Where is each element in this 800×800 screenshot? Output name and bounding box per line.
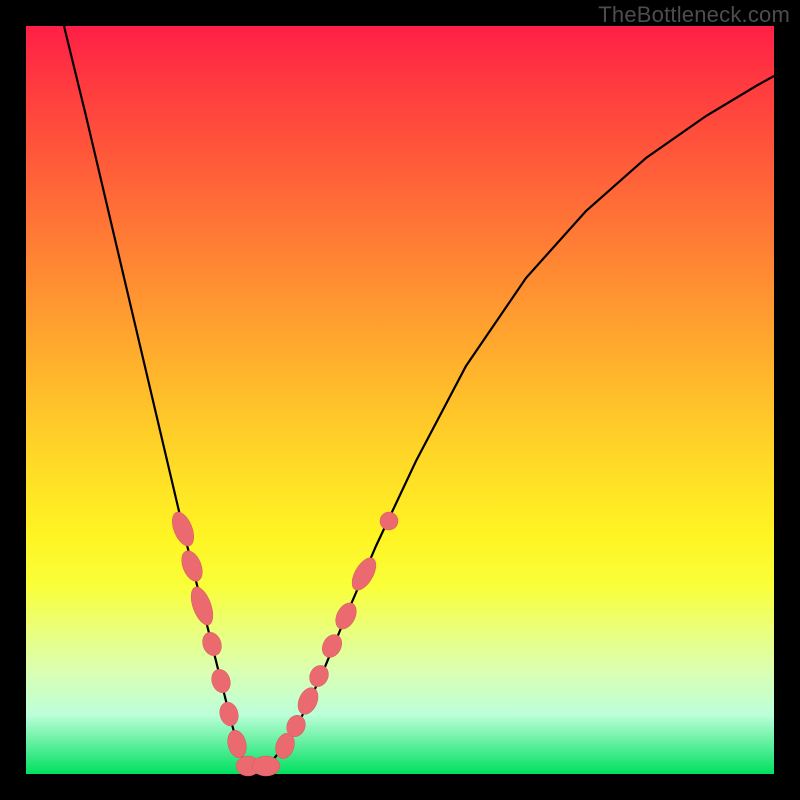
data-marker: [252, 756, 280, 776]
data-marker: [347, 554, 381, 594]
data-marker: [331, 599, 360, 632]
data-marker: [217, 700, 241, 728]
data-marker: [225, 728, 249, 760]
chart-frame: TheBottleneck.com: [0, 0, 800, 800]
data-marker: [377, 509, 402, 534]
data-marker: [178, 548, 207, 584]
bottleneck-chart-svg: [26, 26, 774, 774]
data-marker: [199, 630, 224, 659]
plot-area: [26, 26, 774, 774]
data-marker: [187, 584, 218, 628]
bottleneck-curve: [64, 26, 774, 768]
data-markers-group: [168, 509, 401, 776]
data-marker: [318, 631, 345, 661]
data-marker: [209, 667, 234, 695]
data-marker: [306, 662, 332, 690]
data-marker: [294, 685, 322, 718]
watermark-text: TheBottleneck.com: [598, 2, 790, 28]
data-marker: [168, 509, 198, 549]
